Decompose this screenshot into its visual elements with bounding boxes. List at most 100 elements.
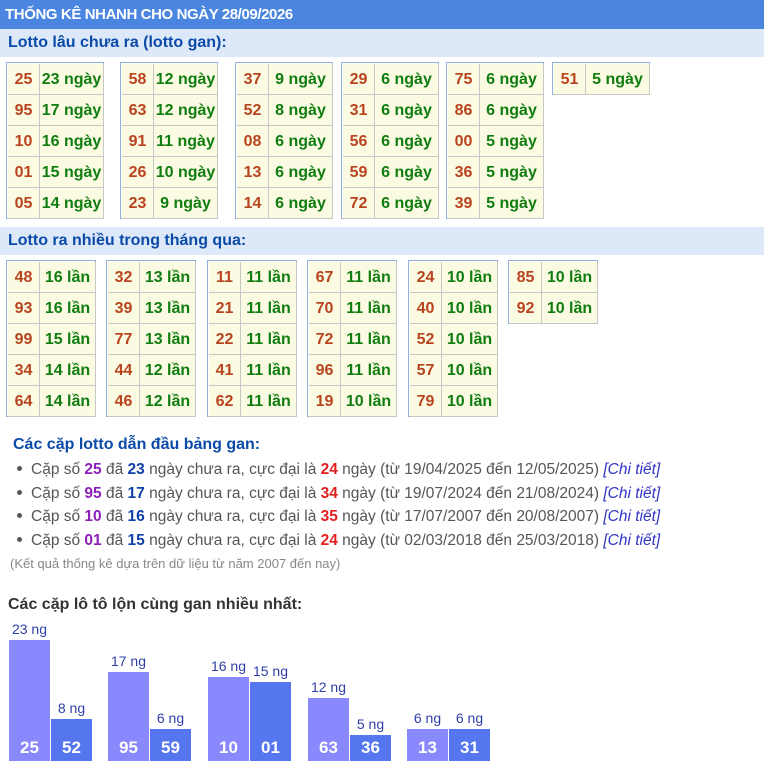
pair-days: 15 (127, 531, 145, 549)
gan-number[interactable]: 72 (343, 188, 375, 219)
gan-number[interactable]: 01 (8, 157, 40, 188)
freq-value: 10 lần (442, 386, 498, 417)
gan-value: 23 ngày (40, 64, 104, 95)
chart-bar: 52 (51, 719, 92, 761)
freq-number[interactable]: 93 (8, 293, 40, 324)
gan-value: 8 ngày (269, 95, 333, 126)
detail-link[interactable]: [Chi tiết] (603, 461, 660, 478)
detail-link[interactable]: [Chi tiết] (603, 508, 660, 525)
freq-value: 13 lần (140, 262, 196, 293)
gan-number[interactable]: 86 (448, 95, 480, 126)
freq-number[interactable]: 24 (410, 262, 442, 293)
freq-number[interactable]: 92 (510, 293, 542, 324)
freq-number[interactable]: 64 (8, 386, 40, 417)
freq-number[interactable]: 79 (410, 386, 442, 417)
gan-number[interactable]: 58 (122, 64, 154, 95)
pair-number: 95 (84, 484, 102, 502)
gan-number[interactable]: 91 (122, 126, 154, 157)
freq-number[interactable]: 57 (410, 355, 442, 386)
gan-number[interactable]: 63 (122, 95, 154, 126)
freq-number[interactable]: 48 (8, 262, 40, 293)
detail-link[interactable]: [Chi tiết] (603, 485, 660, 502)
freq-number[interactable]: 41 (209, 355, 241, 386)
gan-number[interactable]: 31 (343, 95, 375, 126)
gan-value: 6 ngày (269, 157, 333, 188)
gan-section-title: Lotto lâu chưa ra (lotto gan): (0, 29, 764, 57)
pair-from-date: 19/07/2024 (404, 484, 482, 502)
pair-text: ) (593, 508, 604, 525)
gan-number[interactable]: 39 (448, 188, 480, 219)
gan-value: 15 ngày (40, 157, 104, 188)
gan-number[interactable]: 51 (554, 64, 586, 95)
gan-number[interactable]: 25 (8, 64, 40, 95)
freq-number[interactable]: 85 (510, 262, 542, 293)
gan-number[interactable]: 59 (343, 157, 375, 188)
freq-number[interactable]: 40 (410, 293, 442, 324)
gan-number[interactable]: 75 (448, 64, 480, 95)
bar-pair-label: 36 (361, 738, 380, 757)
pair-text: đã (101, 461, 128, 478)
bar-pair-label: 63 (319, 738, 338, 757)
freq-value: 11 lần (341, 355, 397, 386)
gan-number[interactable]: 13 (237, 157, 269, 188)
gan-number[interactable]: 56 (343, 126, 375, 157)
freq-value: 11 lần (241, 324, 297, 355)
gan-number[interactable]: 52 (237, 95, 269, 126)
gan-value: 6 ngày (375, 188, 439, 219)
freq-number[interactable]: 67 (309, 262, 341, 293)
gan-group: 37 9 ngày 52 8 ngày 08 6 ngày 13 6 ngày 14 6 ngày (235, 62, 333, 219)
pair-days: 16 (127, 508, 145, 525)
freq-number[interactable]: 72 (309, 324, 341, 355)
freq-number[interactable]: 39 (108, 293, 140, 324)
chart-title: Các cặp lô tô lộn cùng gan nhiều nhất: (8, 596, 303, 613)
freq-number[interactable]: 62 (209, 386, 241, 417)
pair-text: Cặp số (31, 531, 85, 549)
bar-value-label: 6 ng (156, 710, 185, 726)
freq-value: 16 lần (40, 262, 96, 293)
gan-number[interactable]: 10 (8, 126, 40, 157)
detail-link[interactable]: [Chi tiết] (603, 532, 660, 549)
gan-number[interactable]: 00 (448, 126, 480, 157)
freq-value: 10 lần (542, 293, 598, 324)
gan-value: 12 ngày (154, 95, 218, 126)
pair-max-days: 35 (320, 508, 338, 525)
freq-value: 11 lần (241, 262, 297, 293)
gan-number[interactable]: 36 (448, 157, 480, 188)
pair-from-date: 19/04/2025 (404, 461, 482, 478)
gan-value: 5 ngày (480, 126, 544, 157)
gan-number[interactable]: 05 (8, 188, 40, 219)
freq-number[interactable]: 22 (209, 324, 241, 355)
freq-number[interactable]: 11 (209, 262, 241, 293)
freq-number[interactable]: 19 (309, 386, 341, 417)
freq-value: 15 lần (40, 324, 96, 355)
freq-number[interactable]: 34 (8, 355, 40, 386)
pair-text: ngày (từ (337, 531, 405, 549)
gan-number[interactable]: 23 (122, 188, 154, 219)
bullet-icon (17, 513, 22, 518)
gan-number[interactable]: 14 (237, 188, 269, 219)
freq-number[interactable]: 46 (108, 386, 140, 417)
gan-number[interactable]: 29 (343, 64, 375, 95)
freq-number[interactable]: 70 (309, 293, 341, 324)
freq-number[interactable]: 52 (410, 324, 442, 355)
gan-number[interactable]: 37 (237, 64, 269, 95)
freq-number[interactable]: 44 (108, 355, 140, 386)
gan-group: 25 23 ngày 95 17 ngày 10 16 ngày 01 15 ngày 05 14… (6, 62, 104, 219)
pair-text: ngày chưa ra, cực đại là (144, 484, 321, 502)
gan-number[interactable]: 26 (122, 157, 154, 188)
freq-value: 11 lần (341, 262, 397, 293)
gan-value: 6 ngày (480, 95, 544, 126)
gan-number[interactable]: 95 (8, 95, 40, 126)
freq-number[interactable]: 96 (309, 355, 341, 386)
pair-days: 23 (127, 461, 145, 478)
freq-number[interactable]: 77 (108, 324, 140, 355)
gan-value: 6 ngày (269, 188, 333, 219)
freq-value: 12 lần (140, 355, 196, 386)
freq-number[interactable]: 21 (209, 293, 241, 324)
bar-value-label: 15 ng (252, 663, 289, 679)
gan-number[interactable]: 08 (237, 126, 269, 157)
pair-text: đã (101, 508, 128, 525)
freq-group: 11 11 lần 21 11 lần 22 11 lần 41 11 lần 62 11 lần (207, 260, 297, 417)
freq-number[interactable]: 99 (8, 324, 40, 355)
freq-number[interactable]: 32 (108, 262, 140, 293)
